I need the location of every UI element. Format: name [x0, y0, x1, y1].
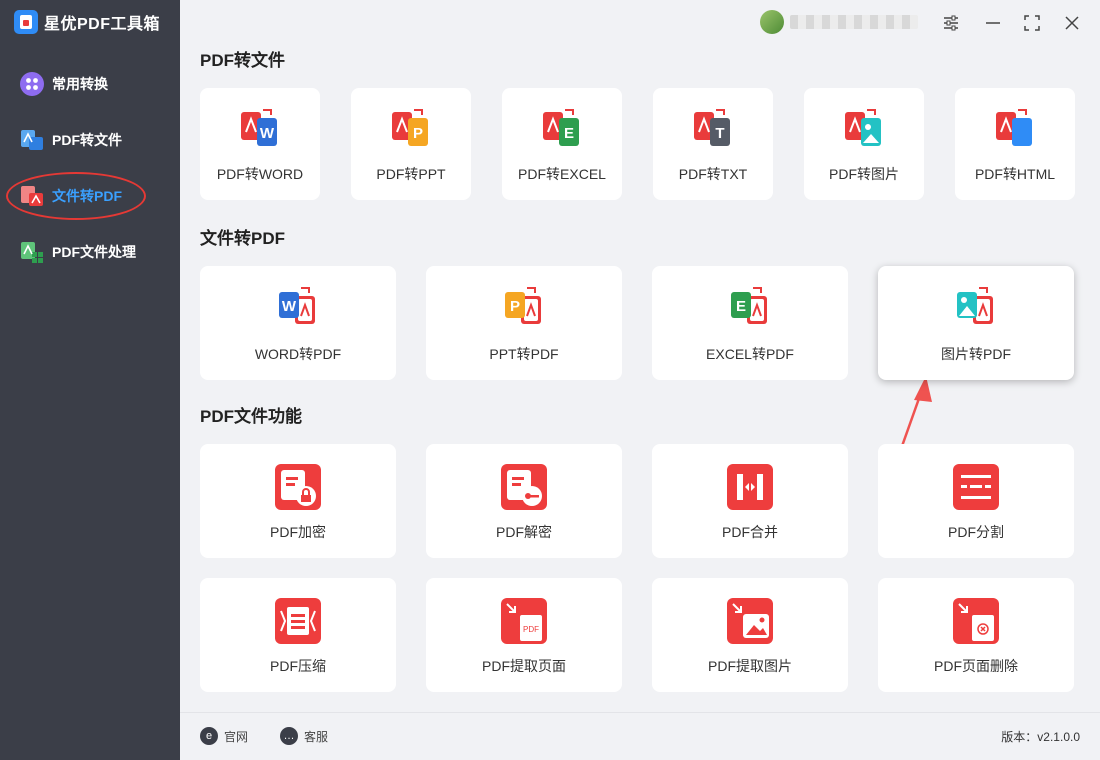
- to-pdf-icon: W: [275, 284, 321, 335]
- website-link[interactable]: e 官网: [200, 727, 248, 745]
- card-pdf-to-file-3[interactable]: T PDF转TXT: [653, 88, 773, 200]
- split-icon: [951, 462, 1001, 517]
- to-pdf-icon: E: [727, 284, 773, 335]
- card-pdf-to-file-1[interactable]: P PDF转PPT: [351, 88, 471, 200]
- sidebar-item-pdf-to-file[interactable]: PDF转文件: [0, 120, 180, 160]
- merge-icon: [725, 462, 775, 517]
- sidebar: 星优PDF工具箱 常用转换 PDF转文件 文件转PDF PDF文件处理: [0, 0, 180, 760]
- svg-text:P: P: [510, 298, 520, 315]
- app-logo-icon: [14, 10, 38, 34]
- section-title-pdf-functions: PDF文件功能: [200, 407, 302, 426]
- svg-text:E: E: [564, 125, 574, 142]
- card-label: PDF转HTML: [974, 166, 1056, 182]
- card-pdf-function-0[interactable]: PDF加密: [200, 444, 396, 558]
- svg-text:W: W: [282, 298, 297, 315]
- card-label: PDF加密: [270, 524, 326, 540]
- card-label: PDF压缩: [270, 658, 326, 674]
- card-label: PDF页面删除: [934, 658, 1018, 674]
- pdf-to-file-icon: [20, 128, 44, 152]
- to-pdf-icon: P: [501, 284, 547, 335]
- main-content: PDF转文件 文件转PDF PDF文件功能 W PDF转WORD P PDF转PPT E…: [180, 0, 1100, 712]
- card-pdf-function-4[interactable]: PDF压缩: [200, 578, 396, 692]
- highlight-circle-annotation: [6, 172, 146, 220]
- card-label: WORD转PDF: [254, 346, 342, 362]
- card-label: PDF转TXT: [678, 166, 748, 182]
- card-label: PDF转PPT: [376, 166, 446, 182]
- version-label: 版本：v2.1.0.0: [1001, 730, 1080, 744]
- pdf-convert-icon: E: [539, 106, 585, 157]
- section-title-pdf-to-file: PDF转文件: [200, 51, 285, 70]
- ie-globe-icon: e: [200, 727, 218, 745]
- apps-icon: [20, 72, 44, 96]
- card-file-to-pdf-2[interactable]: E EXCEL转PDF: [652, 266, 848, 380]
- support-link[interactable]: … 客服: [280, 727, 328, 745]
- delete-page-icon: [951, 596, 1001, 651]
- card-file-to-pdf-3[interactable]: 图片转PDF: [878, 266, 1074, 380]
- sidebar-item-label: PDF文件处理: [52, 244, 136, 260]
- extract-image-icon: [725, 596, 775, 651]
- card-label: PDF转WORD: [216, 166, 304, 182]
- chat-bubble-icon: …: [280, 727, 298, 745]
- website-label: 官网: [224, 729, 249, 744]
- card-pdf-to-file-5[interactable]: PDF转HTML: [955, 88, 1075, 200]
- card-label: PDF分割: [948, 524, 1004, 540]
- card-label: EXCEL转PDF: [706, 346, 794, 362]
- extract-page-icon: PDF: [499, 596, 549, 651]
- key-icon: [499, 462, 549, 517]
- pdf-convert-icon: [992, 106, 1038, 157]
- card-label: PDF转EXCEL: [518, 166, 606, 182]
- pdf-convert-icon: T: [690, 106, 736, 157]
- pdf-convert-icon: W: [237, 106, 283, 157]
- card-pdf-to-file-2[interactable]: E PDF转EXCEL: [502, 88, 622, 200]
- pdf-convert-icon: P: [388, 106, 434, 157]
- card-label: PDF提取图片: [708, 658, 792, 674]
- card-label: PDF转图片: [829, 166, 899, 182]
- card-pdf-function-2[interactable]: PDF合并: [652, 444, 848, 558]
- card-pdf-function-1[interactable]: PDF解密: [426, 444, 622, 558]
- sidebar-item-label: PDF转文件: [52, 132, 122, 148]
- card-pdf-function-5[interactable]: PDF PDF提取页面: [426, 578, 622, 692]
- compress-icon: [273, 596, 323, 651]
- svg-text:T: T: [715, 125, 724, 142]
- card-pdf-to-file-0[interactable]: W PDF转WORD: [200, 88, 320, 200]
- section-title-file-to-pdf: 文件转PDF: [200, 229, 285, 248]
- card-file-to-pdf-1[interactable]: P PPT转PDF: [426, 266, 622, 380]
- card-pdf-function-6[interactable]: PDF提取图片: [652, 578, 848, 692]
- card-label: 图片转PDF: [941, 346, 1011, 362]
- sidebar-item-pdf-process[interactable]: PDF文件处理: [0, 232, 180, 272]
- svg-text:W: W: [260, 125, 275, 142]
- card-label: PDF提取页面: [482, 658, 566, 674]
- svg-text:E: E: [736, 298, 746, 315]
- svg-text:P: P: [413, 125, 423, 142]
- card-label: PDF解密: [496, 524, 552, 540]
- card-label: PPT转PDF: [489, 346, 559, 362]
- to-pdf-icon: [953, 284, 999, 335]
- lock-icon: [273, 462, 323, 517]
- sidebar-item-label: 常用转换: [52, 76, 108, 92]
- card-label: PDF合并: [722, 524, 778, 540]
- card-file-to-pdf-0[interactable]: W WORD转PDF: [200, 266, 396, 380]
- card-pdf-to-file-4[interactable]: PDF转图片: [804, 88, 924, 200]
- sidebar-item-common[interactable]: 常用转换: [0, 64, 180, 104]
- svg-text:PDF: PDF: [523, 625, 539, 634]
- app-title: 星优PDF工具箱: [14, 10, 160, 34]
- pdf-convert-icon: [841, 106, 887, 157]
- app-title-text: 星优PDF工具箱: [44, 16, 161, 33]
- pdf-process-icon: [20, 240, 44, 264]
- support-label: 客服: [304, 729, 329, 744]
- card-pdf-function-3[interactable]: PDF分割: [878, 444, 1074, 558]
- card-pdf-function-7[interactable]: PDF页面删除: [878, 578, 1074, 692]
- footer: e 官网 … 客服 版本：v2.1.0.0: [180, 712, 1100, 760]
